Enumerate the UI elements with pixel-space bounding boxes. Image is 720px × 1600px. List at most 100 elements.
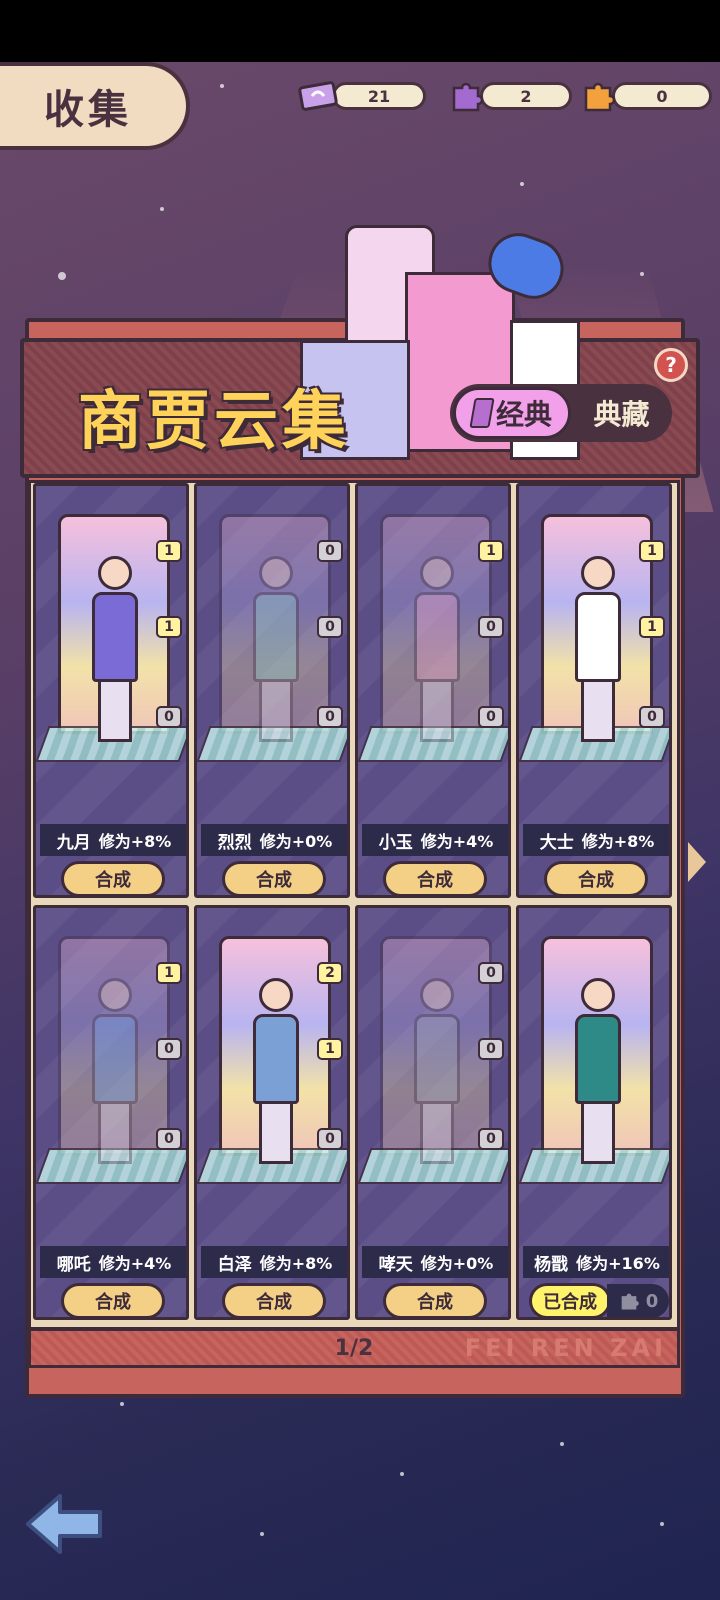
ticket-counter: 21 (298, 78, 426, 114)
puzzle-purple-count: 2 (480, 82, 572, 110)
cultivation-bonus: 修为+4% (420, 832, 494, 851)
character-legs (581, 1104, 615, 1164)
card-name-bar: 九月 修为+8% (40, 824, 186, 856)
character-legs (581, 682, 615, 742)
cultivation-bonus: 修为+8% (98, 832, 172, 851)
status-bar (0, 0, 720, 62)
character-card[interactable]: 哮天 修为+0% 0 0 0 合成 (355, 905, 511, 1320)
brand-watermark: FEI REN ZAI (464, 1334, 667, 1362)
synthesize-button[interactable]: 合成 (544, 861, 648, 895)
piece-count-badge: 0 (478, 962, 504, 984)
synthesized-button[interactable]: 已合成 (529, 1283, 611, 1317)
character-figure (573, 978, 623, 1178)
character-card[interactable]: 烈烈 修为+0% 0 0 0 合成 (194, 483, 350, 898)
piece-count-badge: 1 (156, 962, 182, 984)
character-legs (259, 1104, 293, 1164)
piece-count-badge: 1 (317, 1038, 343, 1060)
character-figure (412, 556, 462, 756)
character-body (92, 592, 138, 682)
tab-bar: 经典 典藏 (450, 384, 672, 442)
character-body (414, 1014, 460, 1104)
piece-count-badge: 1 (156, 540, 182, 562)
character-body (575, 592, 621, 682)
cultivation-bonus: 修为+0% (259, 832, 333, 851)
cultivation-bonus: 修为+16% (576, 1254, 660, 1273)
puzzle-purple-counter: 2 (446, 78, 572, 114)
character-legs (420, 682, 454, 742)
tab-classic[interactable]: 经典 (453, 387, 571, 439)
piece-count-badge: 0 (478, 1128, 504, 1150)
character-body (253, 592, 299, 682)
card-name-bar: 小玉 修为+4% (362, 824, 508, 856)
shard-count: 0 (645, 1290, 659, 1312)
banner-title: 商贾云集 (78, 385, 350, 459)
piece-count-badge: 0 (478, 616, 504, 638)
character-card[interactable]: 小玉 修为+4% 1 0 0 合成 (355, 483, 511, 898)
character-head (98, 978, 132, 1012)
piece-count-badge: 0 (317, 616, 343, 638)
character-body (92, 1014, 138, 1104)
piece-count-badge: 1 (639, 616, 665, 638)
help-button[interactable]: ? (654, 348, 688, 382)
character-body (575, 1014, 621, 1104)
piece-count-badge: 1 (156, 616, 182, 638)
tab-collection[interactable]: 典藏 (571, 393, 672, 433)
synthesize-button[interactable]: 合成 (383, 861, 487, 895)
piece-count-badge: 1 (478, 540, 504, 562)
character-name: 哪吒 (56, 1254, 91, 1275)
back-button[interactable] (24, 1490, 106, 1558)
character-body (253, 1014, 299, 1104)
next-page-arrow[interactable] (688, 842, 706, 882)
character-card[interactable]: 哪吒 修为+4% 1 0 0 合成 (33, 905, 189, 1320)
character-figure (251, 556, 301, 756)
character-figure (251, 978, 301, 1178)
piece-count-badge: 0 (156, 706, 182, 728)
character-name: 白泽 (217, 1254, 252, 1275)
card-name-bar: 烈烈 修为+0% (201, 824, 347, 856)
card-name-bar: 杨戬 修为+16% (523, 1246, 669, 1278)
card-name-bar: 大士 修为+8% (523, 824, 669, 856)
back-arrow-icon (26, 1494, 102, 1554)
piece-count-badge: 0 (156, 1128, 182, 1150)
puzzle-piece-icon (621, 1293, 639, 1310)
synthesize-button[interactable]: 合成 (222, 1283, 326, 1317)
character-figure (90, 978, 140, 1178)
synthesize-button[interactable]: 合成 (222, 861, 326, 895)
character-card[interactable]: 杨戬 修为+16% 已合成 0 (516, 905, 672, 1320)
character-figure (90, 556, 140, 756)
page-indicator: 1/2 (334, 1335, 374, 1361)
character-legs (98, 682, 132, 742)
piece-count-badge: 0 (317, 540, 343, 562)
character-legs (98, 1104, 132, 1164)
synthesize-button[interactable]: 合成 (61, 861, 165, 895)
character-card[interactable]: 白泽 修为+8% 2 1 0 合成 (194, 905, 350, 1320)
character-head (581, 556, 615, 590)
piece-count-badge: 0 (639, 706, 665, 728)
pager: 1/2 FEI REN ZAI (28, 1328, 680, 1368)
piece-count-badge: 1 (639, 540, 665, 562)
piece-count-badge: 0 (317, 1128, 343, 1150)
character-legs (420, 1104, 454, 1164)
collect-tab-label: 收集 (44, 87, 132, 133)
character-name: 杨戬 (534, 1254, 569, 1275)
character-figure (573, 556, 623, 756)
character-card[interactable]: 大士 修为+8% 1 1 0 合成 (516, 483, 672, 898)
synthesize-button[interactable]: 合成 (383, 1283, 487, 1317)
piece-count-badge: 0 (317, 706, 343, 728)
character-card[interactable]: 九月 修为+8% 1 1 0 合成 (33, 483, 189, 898)
ticket-count: 21 (332, 82, 426, 110)
synthesize-button[interactable]: 合成 (61, 1283, 165, 1317)
character-head (420, 978, 454, 1012)
character-name: 烈烈 (217, 832, 252, 853)
piece-count-badge: 2 (317, 962, 343, 984)
collect-tab[interactable]: 收集 (0, 62, 190, 150)
piece-count-badge: 0 (478, 706, 504, 728)
tab-classic-label: 经典 (495, 398, 552, 431)
piece-count-badge: 0 (156, 1038, 182, 1060)
puzzle-orange-icon (578, 78, 618, 114)
piece-count-badge: 0 (478, 1038, 504, 1060)
character-figure (412, 978, 462, 1178)
character-name: 九月 (56, 832, 91, 853)
character-head (259, 556, 293, 590)
shard-counter: 0 (607, 1284, 669, 1317)
